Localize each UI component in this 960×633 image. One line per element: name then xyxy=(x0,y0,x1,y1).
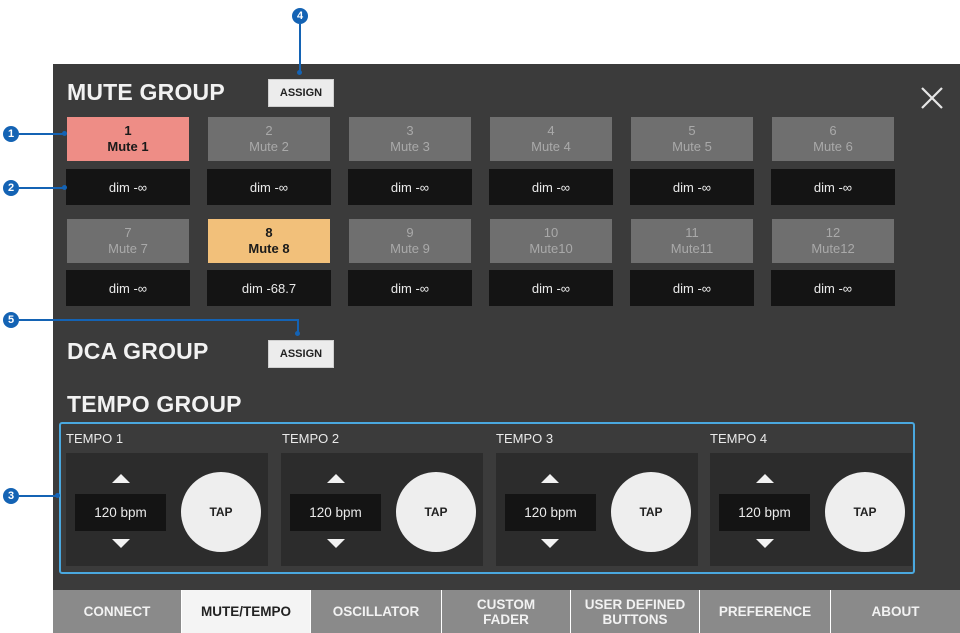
mute-button-3[interactable]: 3 Mute 3 xyxy=(349,117,471,161)
tempo-down-arrow-icon-2[interactable] xyxy=(327,539,345,548)
tempo-group-title: TEMPO GROUP xyxy=(67,391,242,417)
mute-number: 10 xyxy=(543,225,559,240)
callout-dot-2 xyxy=(62,185,67,190)
mute-name: Mute 6 xyxy=(813,139,853,154)
tempo-up-arrow-icon-4[interactable] xyxy=(756,474,774,483)
dim-level-6[interactable]: dim -∞ xyxy=(771,169,895,205)
mute-number: 9 xyxy=(406,225,414,240)
dim-level-9[interactable]: dim -∞ xyxy=(348,270,472,306)
dim-level-12[interactable]: dim -∞ xyxy=(771,270,895,306)
tempo-up-arrow-icon-1[interactable] xyxy=(112,474,130,483)
mute-name: Mute 1 xyxy=(107,139,149,154)
mute-button-5[interactable]: 5 Mute 5 xyxy=(631,117,753,161)
mute-number: 6 xyxy=(829,123,837,138)
dim-level-8[interactable]: dim -68.7 xyxy=(207,270,331,306)
tempo-up-arrow-icon-2[interactable] xyxy=(327,474,345,483)
tempo-up-arrow-icon-3[interactable] xyxy=(541,474,559,483)
callout-badge-3: 3 xyxy=(3,488,19,504)
mute-name: Mute11 xyxy=(670,241,714,256)
callout-badge-2: 2 xyxy=(3,180,19,196)
tempo-bpm-3[interactable]: 120 bpm xyxy=(505,494,596,531)
tempo-down-arrow-icon-4[interactable] xyxy=(756,539,774,548)
tab-user-defined-buttons[interactable]: USER DEFINED BUTTONS xyxy=(571,590,699,633)
tab-oscillator[interactable]: OSCILLATOR xyxy=(311,590,441,633)
dim-level-10[interactable]: dim -∞ xyxy=(489,270,613,306)
mute-name: Mute 7 xyxy=(108,241,148,256)
mute-number: 5 xyxy=(688,123,696,138)
mute-number: 7 xyxy=(124,225,132,240)
dca-group-assign-button[interactable]: ASSIGN xyxy=(268,340,334,368)
tab-preference[interactable]: PREFERENCE xyxy=(700,590,830,633)
tempo-bpm-2[interactable]: 120 bpm xyxy=(290,494,381,531)
tempo-down-arrow-icon-1[interactable] xyxy=(112,539,130,548)
dim-level-11[interactable]: dim -∞ xyxy=(630,270,754,306)
callout-badge-1: 1 xyxy=(3,126,19,142)
callout-line-1 xyxy=(19,133,64,135)
tempo-bpm-1[interactable]: 120 bpm xyxy=(75,494,166,531)
mute-button-10[interactable]: 10 Mute10 xyxy=(490,219,612,263)
mute-number: 11 xyxy=(685,225,699,240)
mute-button-6[interactable]: 6 Mute 6 xyxy=(772,117,894,161)
tempo-bpm-4[interactable]: 120 bpm xyxy=(719,494,810,531)
tab-connect[interactable]: CONNECT xyxy=(53,590,181,633)
mute-group-title: MUTE GROUP xyxy=(67,79,225,105)
dim-level-1[interactable]: dim -∞ xyxy=(66,169,190,205)
mute-name: Mute 9 xyxy=(390,241,430,256)
tab-mute-tempo[interactable]: MUTE/TEMPO xyxy=(182,590,310,633)
mute-number: 1 xyxy=(124,123,132,138)
tap-button-1[interactable]: TAP xyxy=(181,472,261,552)
tempo-label-2: TEMPO 2 xyxy=(282,431,340,446)
mute-button-2[interactable]: 2 Mute 2 xyxy=(208,117,330,161)
mute-button-12[interactable]: 12 Mute12 xyxy=(772,219,894,263)
mute-name: Mute10 xyxy=(529,241,573,256)
mute-button-1[interactable]: 1 Mute 1 xyxy=(67,117,189,161)
mute-name: Mute 3 xyxy=(390,139,430,154)
tempo-label-4: TEMPO 4 xyxy=(710,431,768,446)
tap-button-2[interactable]: TAP xyxy=(396,472,476,552)
mute-name: Mute12 xyxy=(811,241,855,256)
callout-badge-5: 5 xyxy=(3,312,19,328)
dca-group-title: DCA GROUP xyxy=(67,338,209,364)
mute-button-9[interactable]: 9 Mute 9 xyxy=(349,219,471,263)
dim-level-4[interactable]: dim -∞ xyxy=(489,169,613,205)
tempo-label-3: TEMPO 3 xyxy=(496,431,554,446)
bottom-tab-bar: CONNECT MUTE/TEMPO OSCILLATOR CUSTOM FAD… xyxy=(53,590,960,633)
mute-number: 4 xyxy=(547,123,555,138)
mute-name: Mute 5 xyxy=(672,139,712,154)
mute-button-4[interactable]: 4 Mute 4 xyxy=(490,117,612,161)
tempo-label-1: TEMPO 1 xyxy=(66,431,124,446)
callout-line-2 xyxy=(19,187,64,189)
mute-name: Mute 8 xyxy=(248,241,290,256)
dim-level-5[interactable]: dim -∞ xyxy=(630,169,754,205)
tab-about[interactable]: ABOUT xyxy=(831,590,960,633)
mute-number: 2 xyxy=(265,123,273,138)
mute-name: Mute 2 xyxy=(249,139,289,154)
mute-button-11[interactable]: 11 Mute11 xyxy=(631,219,753,263)
callout-line-3 xyxy=(19,495,57,497)
mute-number: 8 xyxy=(265,225,273,240)
mute-name: Mute 4 xyxy=(531,139,571,154)
callout-dot-3 xyxy=(55,493,60,498)
tap-button-3[interactable]: TAP xyxy=(611,472,691,552)
close-x-icon[interactable] xyxy=(918,84,946,112)
dim-level-3[interactable]: dim -∞ xyxy=(348,169,472,205)
tempo-down-arrow-icon-3[interactable] xyxy=(541,539,559,548)
mute-button-7[interactable]: 7 Mute 7 xyxy=(67,219,189,263)
dim-level-2[interactable]: dim -∞ xyxy=(207,169,331,205)
mute-button-8[interactable]: 8 Mute 8 xyxy=(208,219,330,263)
tap-button-4[interactable]: TAP xyxy=(825,472,905,552)
mute-number: 3 xyxy=(406,123,414,138)
mute-number: 12 xyxy=(825,225,841,240)
dim-level-7[interactable]: dim -∞ xyxy=(66,270,190,306)
callout-line-5 xyxy=(19,319,299,321)
mute-group-assign-button[interactable]: ASSIGN xyxy=(268,79,334,107)
callout-line-4 xyxy=(299,24,301,72)
callout-dot-1 xyxy=(62,131,67,136)
callout-dot-5 xyxy=(295,331,300,336)
tab-custom-fader[interactable]: CUSTOM FADER xyxy=(442,590,570,633)
callout-badge-4: 4 xyxy=(292,8,308,24)
callout-dot-4 xyxy=(297,70,302,75)
